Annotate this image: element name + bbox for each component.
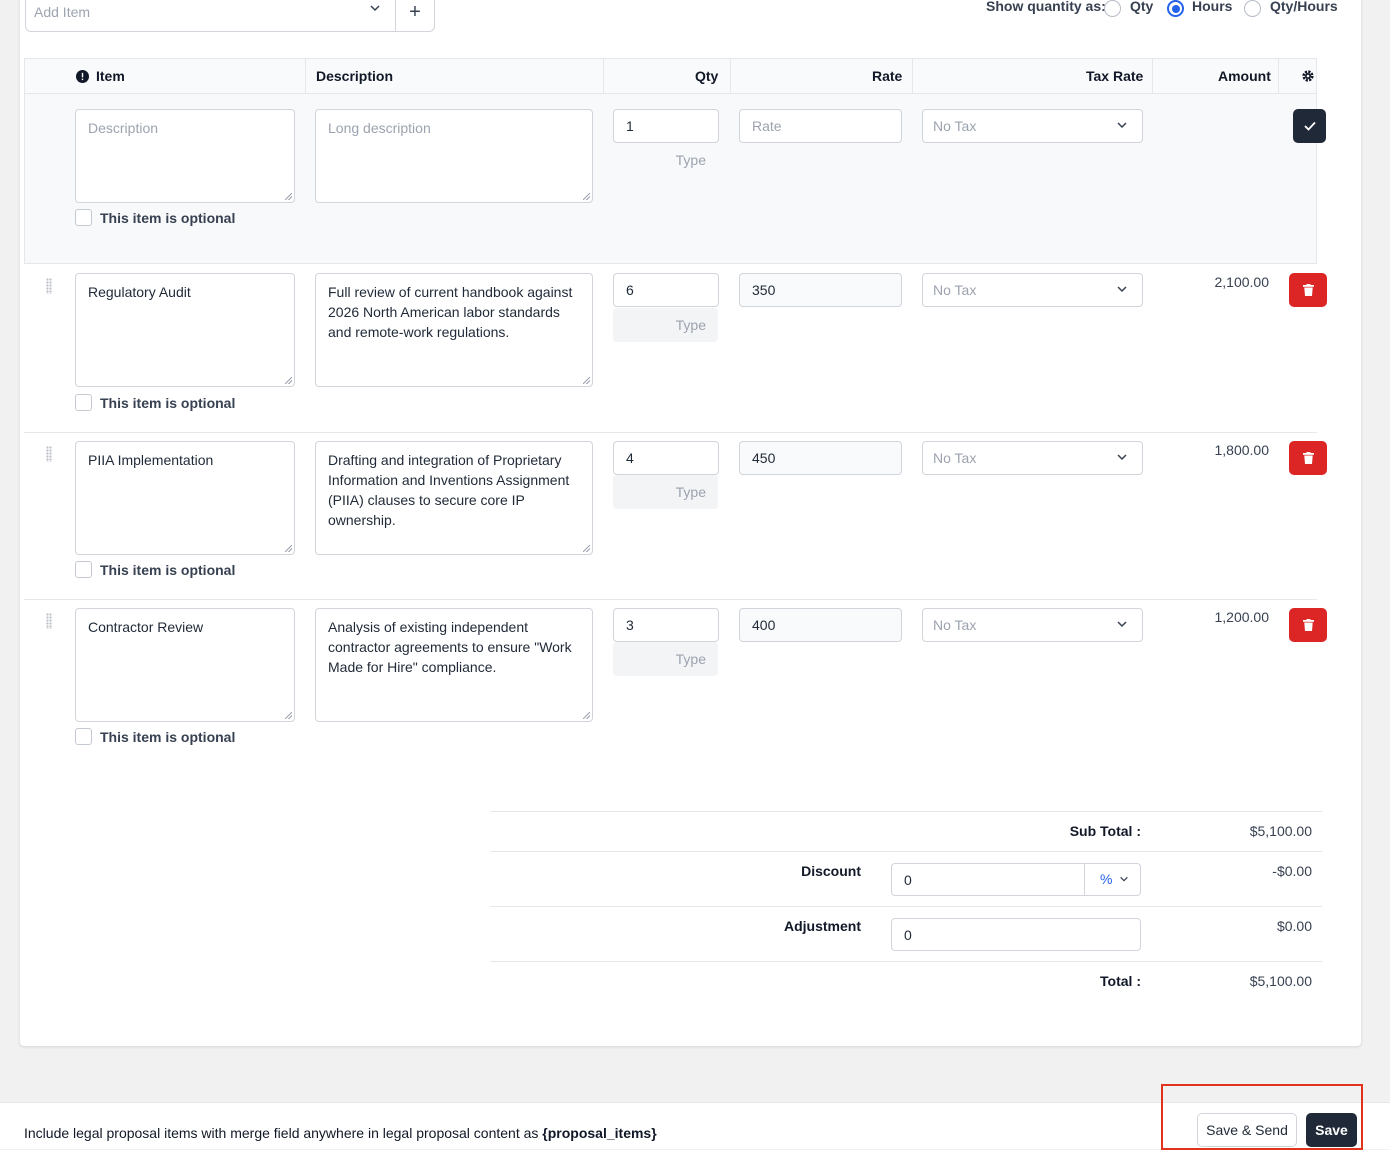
item-tax-select[interactable]: No Tax bbox=[922, 441, 1143, 475]
new-item-optional-checkbox[interactable] bbox=[75, 209, 92, 226]
tax-select-value: No Tax bbox=[933, 617, 977, 633]
tax-select-value: No Tax bbox=[933, 118, 977, 134]
trash-icon bbox=[1302, 619, 1314, 631]
discount-input[interactable]: 0 bbox=[891, 863, 1085, 896]
drag-handle-icon[interactable] bbox=[46, 278, 52, 294]
item-optional-checkbox[interactable] bbox=[75, 561, 92, 578]
adjustment-label: Adjustment bbox=[784, 918, 861, 934]
chevron-down-icon bbox=[1116, 609, 1128, 641]
item-rate-input[interactable]: 400 bbox=[739, 608, 902, 642]
info-icon bbox=[76, 70, 89, 86]
header-qty: Qty bbox=[695, 68, 719, 84]
chevron-down-icon bbox=[1116, 110, 1128, 142]
add-item-button[interactable]: + bbox=[395, 0, 435, 32]
add-row-button[interactable] bbox=[1293, 109, 1326, 143]
item-optional-label: This item is optional bbox=[100, 729, 236, 745]
item-description-input[interactable]: Analysis of existing independent contrac… bbox=[315, 608, 593, 722]
radio-hours[interactable] bbox=[1167, 0, 1184, 17]
adjustment-input[interactable]: 0 bbox=[891, 918, 1141, 951]
item-name-input[interactable]: PIIA Implementation bbox=[75, 441, 295, 555]
merge-field-note-text: Include legal proposal items with merge … bbox=[24, 1125, 543, 1141]
chevron-down-icon bbox=[369, 1, 381, 17]
drag-handle-icon[interactable] bbox=[46, 446, 52, 462]
item-qty-input[interactable]: 3 bbox=[613, 608, 719, 642]
item-name-input[interactable]: Contractor Review bbox=[75, 608, 295, 722]
new-item-rate-input[interactable]: Rate bbox=[739, 109, 902, 143]
total-value: $5,100.00 bbox=[1249, 973, 1312, 989]
tax-select-value: No Tax bbox=[933, 282, 977, 298]
delete-row-button[interactable] bbox=[1289, 441, 1327, 475]
chevron-down-icon bbox=[1120, 876, 1129, 882]
new-item-description-input[interactable]: Long description bbox=[315, 109, 593, 203]
add-item-placeholder: Add Item bbox=[34, 4, 91, 20]
radio-qty[interactable] bbox=[1104, 0, 1121, 17]
item-amount: 1,800.00 bbox=[1214, 442, 1270, 458]
delete-row-button[interactable] bbox=[1289, 273, 1327, 307]
item-unit-input[interactable]: Type bbox=[613, 475, 718, 509]
item-name-input[interactable]: Regulatory Audit bbox=[75, 273, 295, 387]
radio-qty-hours-label[interactable]: Qty/Hours bbox=[1270, 0, 1338, 14]
merge-field-code: {proposal_items} bbox=[542, 1125, 657, 1141]
gear-icon[interactable] bbox=[1301, 69, 1315, 86]
merge-field-note: Include legal proposal items with merge … bbox=[24, 1125, 657, 1141]
trash-icon bbox=[1302, 452, 1314, 464]
new-item-name-input[interactable]: Description bbox=[75, 109, 295, 203]
item-qty-input[interactable]: 6 bbox=[613, 273, 719, 307]
trash-icon bbox=[1302, 284, 1314, 296]
radio-qty-hours[interactable] bbox=[1244, 0, 1261, 17]
item-tax-select[interactable]: No Tax bbox=[922, 273, 1143, 307]
discount-value: -$0.00 bbox=[1272, 863, 1312, 879]
header-description: Description bbox=[316, 68, 394, 84]
item-rate-input[interactable]: 450 bbox=[739, 441, 902, 475]
item-optional-label: This item is optional bbox=[100, 562, 236, 578]
new-item-qty-input[interactable]: 1 bbox=[613, 109, 719, 143]
radio-qty-label[interactable]: Qty bbox=[1130, 0, 1153, 14]
item-description-input[interactable]: Full review of current handbook against … bbox=[315, 273, 593, 387]
item-amount: 2,100.00 bbox=[1214, 274, 1270, 290]
discount-label: Discount bbox=[801, 863, 861, 879]
header-tax-rate: Tax Rate bbox=[1086, 68, 1144, 84]
plus-icon: + bbox=[409, 1, 421, 23]
item-amount: 1,200.00 bbox=[1214, 609, 1270, 625]
show-quantity-label: Show quantity as: bbox=[986, 0, 1106, 14]
item-unit-input[interactable]: Type bbox=[613, 642, 718, 676]
chevron-down-icon bbox=[1116, 274, 1128, 306]
highlight-box bbox=[1161, 1084, 1363, 1150]
discount-type-value: % bbox=[1100, 871, 1113, 887]
adjustment-value: $0.00 bbox=[1276, 918, 1312, 934]
header-item: Item bbox=[96, 68, 125, 84]
total-label: Total : bbox=[1100, 973, 1141, 989]
item-optional-checkbox[interactable] bbox=[75, 394, 92, 411]
header-amount: Amount bbox=[1218, 68, 1271, 84]
delete-row-button[interactable] bbox=[1289, 608, 1327, 642]
discount-type-select[interactable]: % bbox=[1084, 863, 1141, 896]
drag-handle-icon[interactable] bbox=[46, 613, 52, 629]
items-table-header: Item Description Qty Rate Tax Rate Amoun… bbox=[24, 58, 1317, 94]
item-description-input[interactable]: Drafting and integration of Proprietary … bbox=[315, 441, 593, 555]
add-item-select[interactable]: Add Item bbox=[25, 0, 396, 32]
item-rate-input[interactable]: 350 bbox=[739, 273, 902, 307]
check-icon bbox=[1303, 121, 1316, 131]
header-rate: Rate bbox=[872, 68, 903, 84]
subtotal-label: Sub Total : bbox=[1069, 823, 1141, 839]
item-unit-input[interactable]: Type bbox=[613, 308, 718, 342]
new-item-unit-input[interactable]: Type bbox=[613, 143, 718, 177]
chevron-down-icon bbox=[1116, 442, 1128, 474]
item-optional-checkbox[interactable] bbox=[75, 728, 92, 745]
item-optional-label: This item is optional bbox=[100, 395, 236, 411]
subtotal-value: $5,100.00 bbox=[1249, 823, 1312, 839]
new-item-optional-label: This item is optional bbox=[100, 210, 236, 226]
tax-select-value: No Tax bbox=[933, 450, 977, 466]
item-tax-select[interactable]: No Tax bbox=[922, 608, 1143, 642]
new-item-tax-select[interactable]: No Tax bbox=[922, 109, 1143, 143]
item-qty-input[interactable]: 4 bbox=[613, 441, 719, 475]
radio-hours-label[interactable]: Hours bbox=[1192, 0, 1232, 14]
